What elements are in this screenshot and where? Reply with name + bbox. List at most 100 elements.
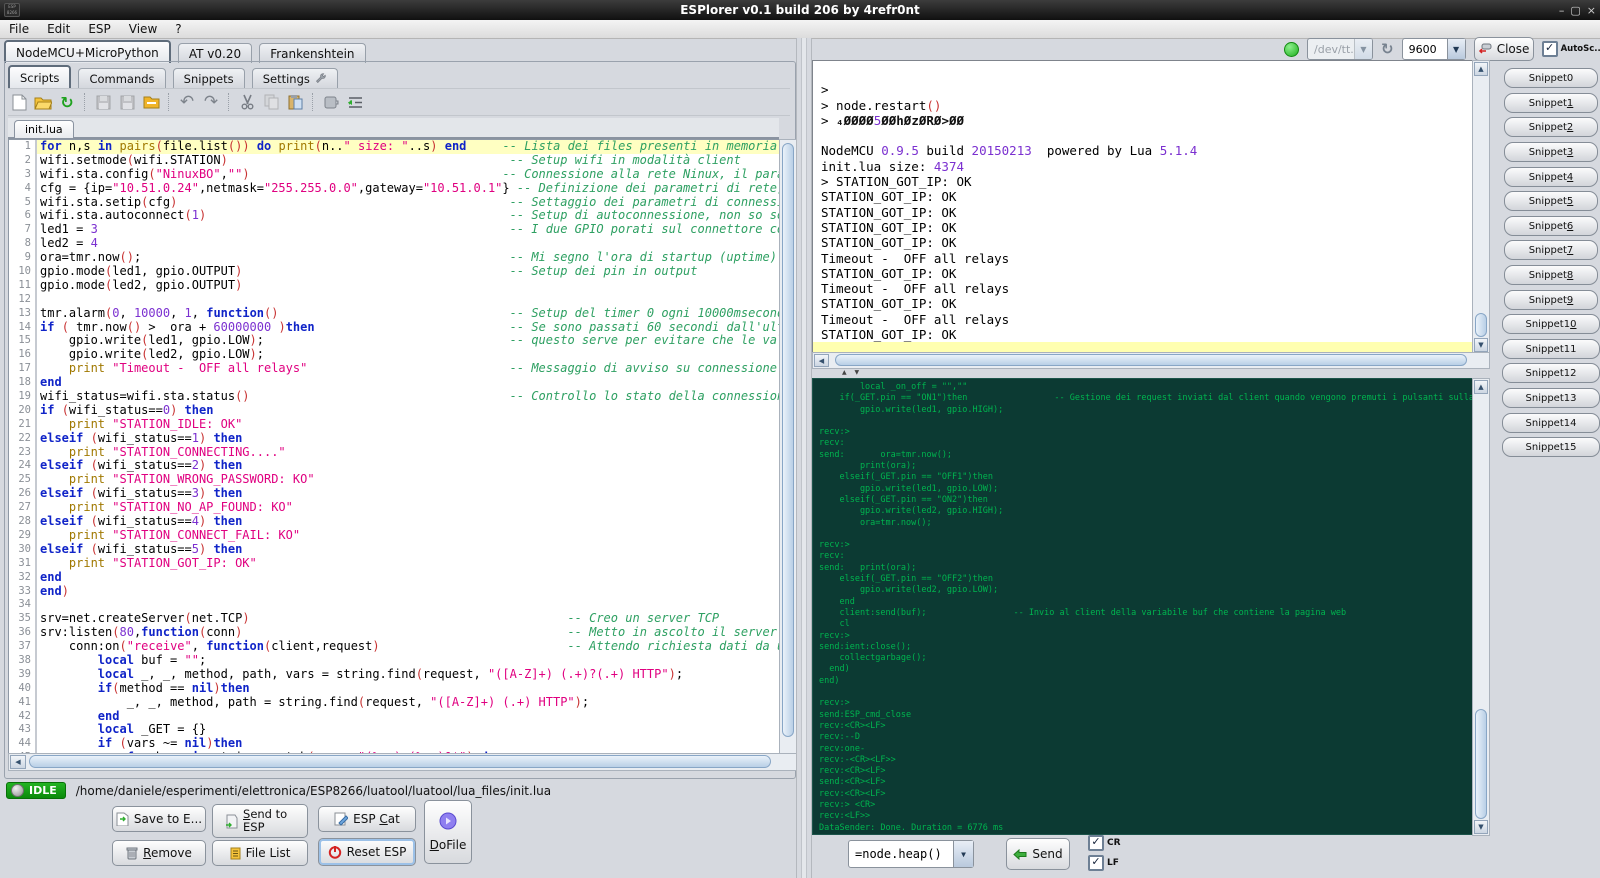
baud-select[interactable]: 9600 ▼ bbox=[1402, 38, 1466, 60]
refresh-ports-icon[interactable]: ↻ bbox=[1381, 40, 1394, 58]
scroll-down-arrow-icon[interactable]: ▼ bbox=[1474, 820, 1488, 834]
reload-file-icon[interactable]: ↻ bbox=[56, 91, 78, 113]
menu-file[interactable]: File bbox=[0, 22, 38, 36]
cut-icon[interactable] bbox=[236, 91, 258, 113]
snippet-button-14[interactable]: Snippet14 bbox=[1502, 413, 1600, 433]
connection-status-icon bbox=[1284, 42, 1299, 57]
menu-help[interactable]: ? bbox=[166, 22, 190, 36]
toolbar-separator bbox=[312, 93, 314, 111]
snippet-button-15[interactable]: Snippet15 bbox=[1502, 437, 1600, 457]
snippet-button-10[interactable]: Snippet10 bbox=[1502, 314, 1600, 334]
close-window-button[interactable]: × bbox=[1587, 4, 1596, 17]
dofile-button[interactable]: DoFile bbox=[424, 800, 472, 864]
tab-nodemcu-micropython[interactable]: NodeMCU+MicroPython bbox=[4, 40, 171, 63]
tab-frankenshtein[interactable]: Frankenshtein bbox=[259, 43, 365, 63]
toolbar-separator bbox=[228, 93, 230, 111]
scroll-left-arrow-icon[interactable]: ◀ bbox=[814, 354, 829, 367]
paste-icon[interactable] bbox=[284, 91, 306, 113]
play-icon bbox=[439, 812, 457, 830]
lf-option: ✓ LF bbox=[1088, 855, 1119, 871]
console-hscroll-thumb[interactable] bbox=[835, 354, 1467, 366]
redo-icon[interactable]: ↷ bbox=[200, 91, 222, 113]
snippet-button-6[interactable]: Snippet6 bbox=[1504, 216, 1598, 236]
remove-label: Remove bbox=[143, 846, 192, 860]
tab-snippets[interactable]: Snippets bbox=[173, 68, 245, 88]
snippet-button-13[interactable]: Snippet13 bbox=[1502, 388, 1600, 408]
snippet-button-2[interactable]: Snippet2 bbox=[1504, 117, 1598, 137]
snippet-button-9[interactable]: Snippet9 bbox=[1504, 290, 1598, 310]
esp-cat-button[interactable]: ESP Cat bbox=[318, 806, 416, 832]
lf-label: LF bbox=[1107, 858, 1119, 868]
close-port-button[interactable]: Close bbox=[1474, 37, 1534, 61]
snippet-button-12[interactable]: Snippet12 bbox=[1502, 363, 1600, 383]
scroll-up-arrow-icon[interactable]: ▲ bbox=[1474, 62, 1488, 76]
menu-edit[interactable]: Edit bbox=[38, 22, 79, 36]
remove-button[interactable]: Remove bbox=[112, 840, 206, 866]
save-as-icon[interactable] bbox=[116, 91, 138, 113]
new-file-icon[interactable] bbox=[8, 91, 30, 113]
app-icon: ESP8266 bbox=[4, 3, 20, 17]
snippet-button-11[interactable]: Snippet11 bbox=[1502, 339, 1600, 359]
snippet-label: Snippet3 bbox=[1529, 147, 1574, 158]
tab-at-v020[interactable]: AT v0.20 bbox=[178, 43, 252, 63]
copy-icon[interactable] bbox=[260, 91, 282, 113]
terminal-vscroll-thumb[interactable] bbox=[1475, 709, 1487, 819]
tab-scripts[interactable]: Scripts bbox=[8, 65, 71, 88]
maximize-button[interactable]: ▢ bbox=[1570, 4, 1580, 17]
snippet-button-5[interactable]: Snippet5 bbox=[1504, 191, 1598, 211]
scroll-up-arrow-icon[interactable]: ▲ bbox=[1474, 380, 1488, 394]
console-vscroll-thumb[interactable] bbox=[1475, 313, 1487, 337]
reset-esp-button[interactable]: Reset ESP bbox=[318, 838, 416, 866]
minimize-button[interactable]: – bbox=[1559, 4, 1565, 17]
menu-bar: File Edit ESP View ? bbox=[0, 20, 1600, 39]
editor-horizontal-scrollbar[interactable]: ◀ bbox=[8, 753, 797, 771]
tab-settings[interactable]: Settings bbox=[252, 68, 338, 88]
command-input-combo[interactable]: =node.heap() ▼ bbox=[848, 840, 974, 868]
snippet-button-7[interactable]: Snippet7 bbox=[1504, 240, 1598, 260]
editor-hscroll-thumb[interactable] bbox=[29, 755, 771, 768]
snippet-button-0[interactable]: Snippet0 bbox=[1504, 68, 1598, 88]
block-comment-icon[interactable] bbox=[320, 91, 342, 113]
save-to-folder-icon[interactable] bbox=[140, 91, 162, 113]
snippet-label: Snippet9 bbox=[1529, 295, 1574, 306]
snippet-label: Snippet2 bbox=[1529, 122, 1574, 133]
panel-splitter[interactable] bbox=[796, 38, 812, 878]
snippet-button-3[interactable]: Snippet3 bbox=[1504, 142, 1598, 162]
port-select[interactable]: /dev/tt... ▼ bbox=[1307, 38, 1373, 60]
save-page-icon bbox=[116, 812, 129, 826]
editor-tab-init-lua[interactable]: init.lua bbox=[14, 120, 74, 138]
indent-icon[interactable] bbox=[344, 91, 366, 113]
menu-view[interactable]: View bbox=[120, 22, 166, 36]
comm-log-terminal[interactable]: local _on_off = "","" if(_GET.pin == "ON… bbox=[812, 378, 1478, 835]
send-command-button[interactable]: Send bbox=[1006, 838, 1070, 870]
undo-icon[interactable]: ↶ bbox=[176, 91, 198, 113]
menu-esp[interactable]: ESP bbox=[79, 22, 119, 36]
serial-console[interactable]: >> node.restart()> ₄ØØØØ5ØØhØzØRØ>ØØ Nod… bbox=[812, 60, 1480, 354]
save-file-icon[interactable] bbox=[92, 91, 114, 113]
tab-commands[interactable]: Commands bbox=[78, 68, 165, 88]
command-input-value[interactable]: =node.heap() bbox=[849, 847, 953, 861]
scroll-left-arrow-icon[interactable]: ◀ bbox=[10, 755, 26, 769]
lf-checkbox[interactable]: ✓ bbox=[1088, 855, 1104, 871]
cr-checkbox[interactable]: ✓ bbox=[1088, 835, 1104, 851]
chevron-down-icon[interactable]: ▼ bbox=[953, 841, 973, 867]
serial-toolbar: /dev/tt... ▼ ↻ 9600 ▼ Close ✓ AutoSc... bbox=[1284, 39, 1600, 59]
editor-vertical-scrollbar[interactable] bbox=[779, 139, 797, 755]
save-to-esp-button[interactable]: Save to E... bbox=[112, 806, 206, 832]
terminal-vertical-scrollbar[interactable]: ▲ ▼ bbox=[1472, 378, 1490, 836]
send-to-esp-button[interactable]: Send to ESP bbox=[212, 804, 308, 838]
autoscroll-checkbox[interactable]: ✓ bbox=[1542, 41, 1558, 57]
console-vertical-scrollbar[interactable]: ▲ ▼ bbox=[1472, 60, 1490, 354]
code-editor[interactable]: 1234567891011121314151617181920212223242… bbox=[8, 139, 781, 755]
splitter-collapse-icons[interactable]: ▲ ▼ bbox=[842, 369, 862, 376]
snippet-button-4[interactable]: Snippet4 bbox=[1504, 167, 1598, 187]
code-area[interactable]: for n,s in pairs(file.list()) do print(n… bbox=[37, 140, 780, 754]
console-terminal-splitter[interactable]: ▲ ▼ bbox=[812, 367, 1488, 378]
snippet-button-8[interactable]: Snippet8 bbox=[1504, 265, 1598, 285]
left-subtabs: Scripts Commands Snippets Settings bbox=[8, 65, 340, 88]
scroll-down-arrow-icon[interactable]: ▼ bbox=[1474, 338, 1488, 352]
open-file-icon[interactable] bbox=[32, 91, 54, 113]
snippet-button-1[interactable]: Snippet1 bbox=[1504, 93, 1598, 113]
editor-vscroll-thumb[interactable] bbox=[782, 143, 794, 737]
file-list-button[interactable]: File List bbox=[212, 840, 308, 866]
